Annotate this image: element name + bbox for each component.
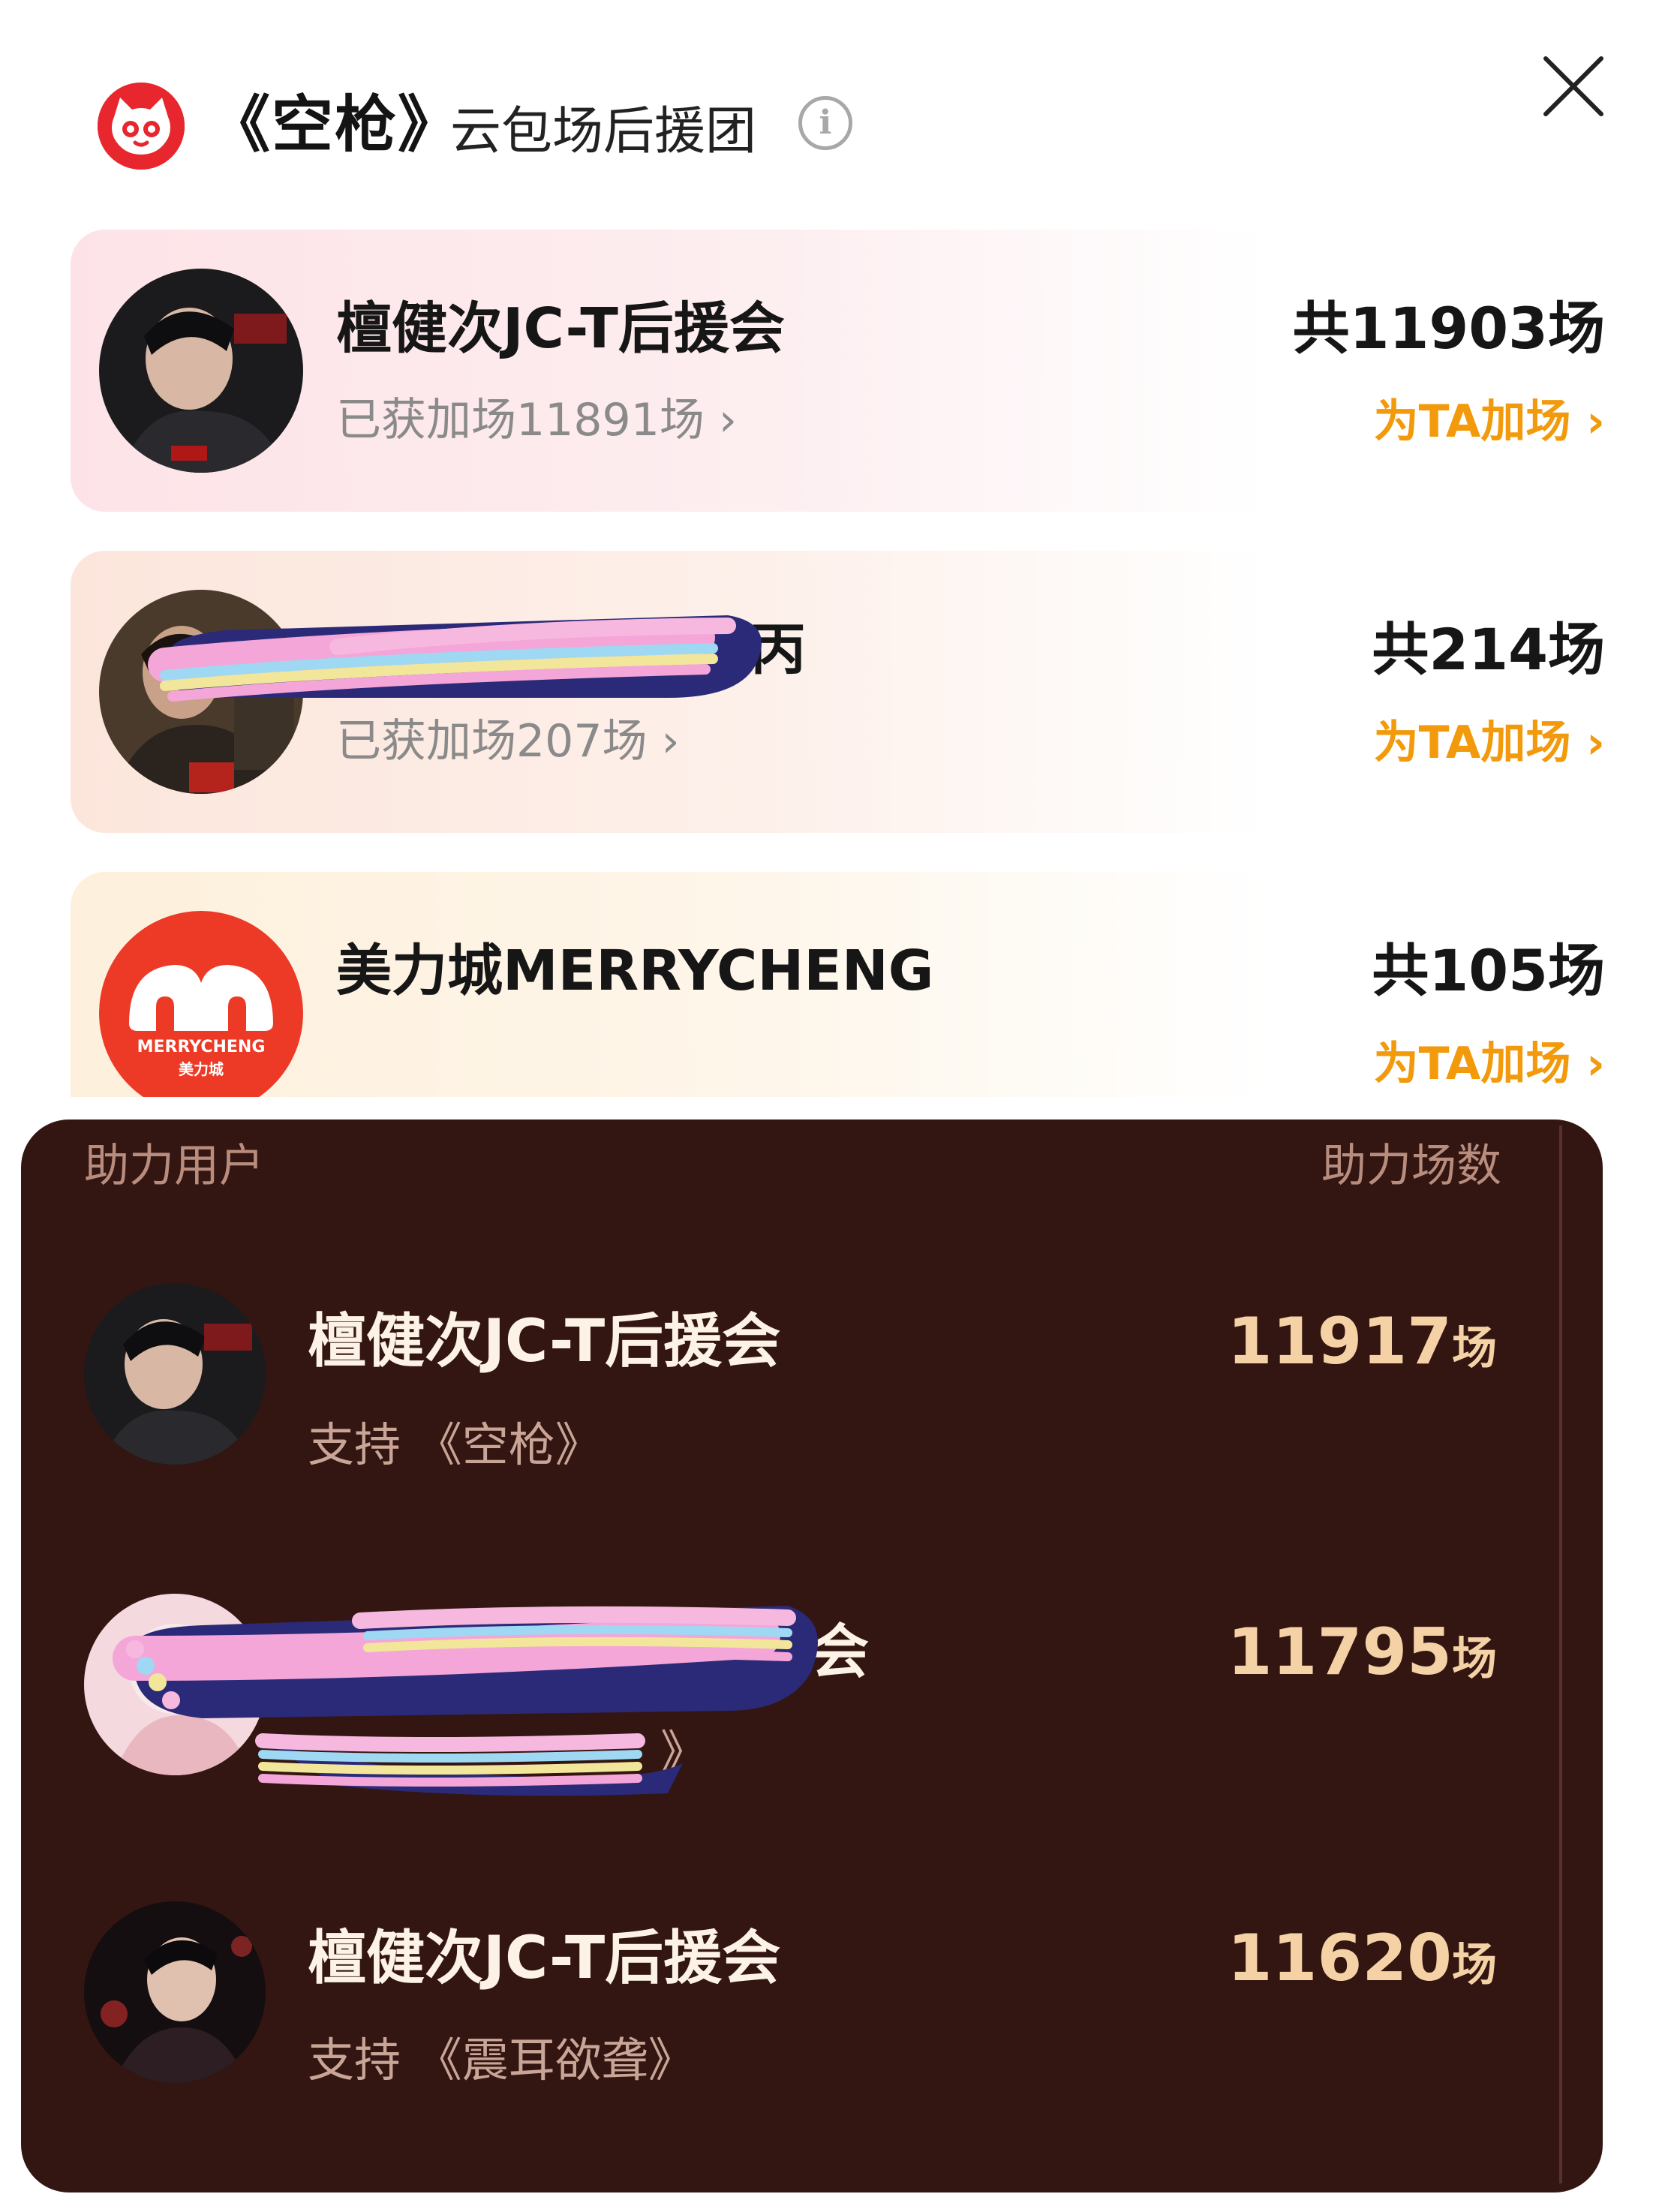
card-total: 共214场 <box>1372 616 1605 683</box>
supporter-count: 11917场 <box>1228 1304 1497 1386</box>
card-total: 共105场 <box>1372 937 1605 1004</box>
count-unit: 场 <box>1452 1939 1497 1991</box>
card-added-text: 已获加场207场 <box>336 715 648 768</box>
add-screening-label: 为TA加场 <box>1373 395 1571 448</box>
add-screening-button[interactable]: 为TA加场 › <box>1374 1034 1605 1094</box>
maoyan-cat-logo-icon <box>98 83 185 170</box>
add-screening-button[interactable]: 为TA加场 › <box>1374 392 1605 452</box>
chevron-right-icon: › <box>647 715 680 768</box>
card-name-partial: 丙 <box>750 618 806 682</box>
chevron-right-icon: › <box>704 394 737 446</box>
card-total: 共11903场 <box>1292 295 1605 362</box>
card-added-text: 已获加场11891场 <box>336 394 705 446</box>
supported-film-partial: 》 <box>660 1725 708 1780</box>
card-name: 檀健次JC-T后援会 <box>336 296 785 361</box>
count-unit: 场 <box>1452 1322 1497 1375</box>
column-header-users: 助力用户 <box>84 1140 264 1192</box>
card-name: 美力城MERRYCHENG <box>336 939 934 1003</box>
add-screening-label: 为TA加场 <box>1373 1038 1571 1090</box>
logo-subtext: 美力城 <box>179 1060 224 1078</box>
page-subtitle: 云包场后援团 <box>450 102 757 161</box>
scrollbar-track[interactable] <box>1559 1126 1562 2183</box>
chevron-right-icon: › <box>1570 395 1605 448</box>
card-added-link[interactable]: 已获加场207场 › <box>336 711 680 771</box>
add-screening-label: 为TA加场 <box>1373 717 1571 769</box>
count-value: 11795 <box>1227 1615 1452 1690</box>
page-title: 《空枪》 <box>209 89 461 161</box>
count-unit: 场 <box>1452 1633 1497 1685</box>
chevron-right-icon: › <box>1570 717 1605 769</box>
supported-film: 支持 《震耳欲聋》 <box>308 2033 695 2087</box>
supported-film: 支持 《空枪》 <box>308 1417 602 1472</box>
add-screening-button[interactable]: 为TA加场 › <box>1374 713 1605 773</box>
chevron-right-icon: › <box>1570 1038 1605 1090</box>
column-header-count: 助力场数 <box>1321 1140 1501 1192</box>
supporter-name: 檀健次JC-T后援会 <box>308 1308 781 1375</box>
avatar <box>99 590 303 794</box>
supporter-name: 檀健次JC-T后援会 <box>308 1925 781 1992</box>
close-icon[interactable] <box>1540 53 1607 120</box>
card-added-link[interactable]: 已获加场11891场 › <box>336 390 737 450</box>
avatar <box>99 269 303 473</box>
logo-text: MERRYCHENG <box>137 1038 266 1056</box>
avatar <box>84 1283 266 1465</box>
info-icon[interactable]: i <box>798 96 852 150</box>
avatar <box>84 1594 266 1775</box>
count-value: 11620 <box>1227 1921 1452 1996</box>
supporter-count: 11620场 <box>1228 1921 1497 2003</box>
supporter-name-partial: 会 <box>810 1618 870 1686</box>
count-value: 11917 <box>1227 1304 1452 1379</box>
supporter-count: 11795场 <box>1228 1615 1497 1697</box>
avatar <box>84 1901 266 2083</box>
